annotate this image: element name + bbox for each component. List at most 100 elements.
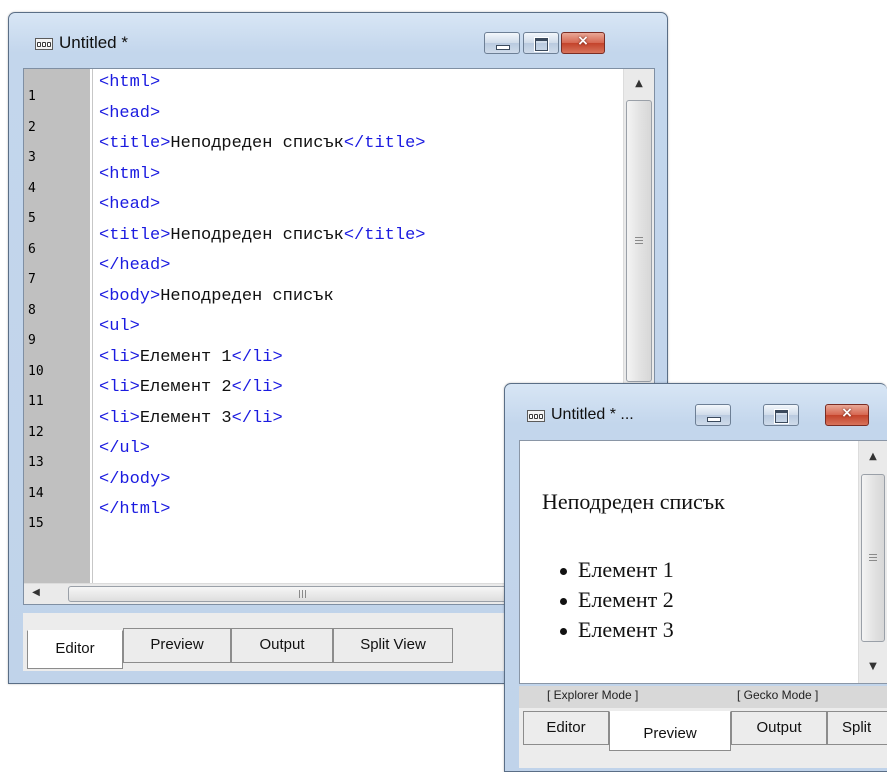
code-line[interactable]: <head> bbox=[99, 104, 160, 134]
line-number: 12 bbox=[28, 424, 44, 440]
list-item: Елемент 2 bbox=[560, 587, 674, 613]
code-line[interactable]: <ul> bbox=[99, 317, 140, 347]
html-tag-token: </html> bbox=[99, 500, 171, 519]
code-line[interactable]: </html> bbox=[99, 500, 170, 530]
scroll-up-arrow-icon[interactable]: ▲ bbox=[624, 78, 654, 89]
html-tag-token: </li> bbox=[231, 408, 283, 428]
preview-titlebar[interactable]: Untitled * ... × bbox=[505, 384, 887, 428]
list-item-label: Елемент 3 bbox=[578, 617, 674, 642]
close-button[interactable]: × bbox=[561, 32, 605, 54]
close-icon: × bbox=[841, 405, 853, 421]
html-tag-token: </title> bbox=[343, 225, 426, 245]
tab-preview[interactable]: Preview bbox=[609, 711, 731, 751]
preview-heading: Неподреден списък bbox=[542, 489, 725, 514]
line-number: 7 bbox=[28, 272, 36, 287]
html-tag-token: <html> bbox=[99, 164, 161, 184]
code-line[interactable]: <head> bbox=[99, 195, 160, 225]
preview-pane[interactable]: Неподреден списък Елемент 1 Елемент 2 Ел… bbox=[519, 440, 887, 684]
text-token: Неподреден списък bbox=[170, 134, 344, 153]
text-token: Неподреден списък bbox=[160, 286, 334, 306]
html-tag-token: <head> bbox=[99, 195, 161, 214]
code-line[interactable]: <body>Неподреден списък bbox=[99, 287, 334, 317]
code-line[interactable]: <html> bbox=[99, 73, 160, 103]
vertical-scrollbar[interactable]: ▲ ▼ bbox=[858, 441, 887, 683]
vertical-scroll-thumb[interactable] bbox=[861, 474, 885, 642]
line-number: 10 bbox=[28, 363, 44, 379]
minimize-icon bbox=[496, 45, 510, 50]
line-number: 6 bbox=[28, 241, 36, 257]
html-tag-token: </li> bbox=[231, 378, 283, 397]
line-number: 15 bbox=[28, 516, 44, 531]
tab-editor[interactable]: Editor bbox=[523, 711, 609, 745]
line-number: 5 bbox=[28, 211, 36, 226]
list-item-label: Елемент 1 bbox=[578, 557, 674, 582]
gecko-mode-link[interactable]: [ Gecko Mode ] bbox=[737, 688, 818, 702]
html-tag-token: <li> bbox=[99, 347, 140, 367]
html-tag-token: <body> bbox=[99, 286, 161, 306]
html-tag-token: <html> bbox=[99, 73, 161, 92]
text-token: Неподреден списък bbox=[170, 225, 344, 245]
line-number: 11 bbox=[28, 394, 44, 409]
preview-window-title: Untitled * ... bbox=[551, 406, 634, 423]
minimize-icon bbox=[707, 417, 721, 422]
maximize-icon bbox=[534, 37, 549, 52]
tab-output[interactable]: Output bbox=[231, 628, 333, 663]
code-line[interactable]: <title>Неподреден списък</title> bbox=[99, 134, 425, 164]
list-item: Елемент 3 bbox=[560, 617, 674, 643]
code-line[interactable]: </body> bbox=[99, 470, 170, 500]
html-tag-token: <ul> bbox=[99, 317, 140, 336]
editor-window-title: Untitled * bbox=[59, 33, 128, 52]
render-mode-bar: [ Explorer Mode ] [ Gecko Mode ] bbox=[519, 686, 887, 708]
close-button[interactable]: × bbox=[825, 404, 869, 426]
line-number-gutter: 1 2 3 4 5 6 7 8 9 10 11 12 13 14 15 bbox=[24, 69, 90, 604]
html-tag-token: <li> bbox=[99, 408, 140, 428]
line-number: 9 bbox=[28, 333, 36, 348]
minimize-button[interactable] bbox=[695, 404, 731, 426]
tab-split[interactable]: Split bbox=[827, 711, 887, 745]
html-tag-token: <li> bbox=[99, 378, 140, 397]
code-line[interactable]: <li>Елемент 1</li> bbox=[99, 348, 283, 378]
code-line[interactable]: <li>Елемент 2</li> bbox=[99, 378, 283, 408]
maximize-button[interactable] bbox=[523, 32, 559, 54]
line-number: 13 bbox=[28, 455, 44, 470]
html-tag-token: <title> bbox=[99, 134, 171, 153]
html-document-icon bbox=[527, 408, 545, 422]
vertical-scroll-thumb[interactable] bbox=[626, 100, 652, 382]
scroll-up-arrow-icon[interactable]: ▲ bbox=[859, 451, 887, 462]
preview-window: Untitled * ... × Неподреден списък Елеме… bbox=[504, 383, 887, 772]
list-item: Елемент 1 bbox=[560, 557, 674, 583]
html-tag-token: <head> bbox=[99, 103, 161, 123]
code-line[interactable]: </ul> bbox=[99, 439, 150, 469]
line-number: 8 bbox=[28, 302, 36, 318]
horizontal-scroll-thumb[interactable] bbox=[68, 586, 538, 602]
html-tag-token: </title> bbox=[343, 134, 426, 153]
line-number: 14 bbox=[28, 485, 44, 501]
maximize-button[interactable] bbox=[763, 404, 799, 426]
code-line[interactable]: <li>Елемент 3</li> bbox=[99, 409, 283, 439]
scroll-left-arrow-icon[interactable]: ◀ bbox=[26, 587, 46, 598]
tab-output[interactable]: Output bbox=[731, 711, 827, 745]
html-document-icon bbox=[35, 36, 53, 50]
text-token: Елемент 2 bbox=[139, 378, 232, 397]
minimize-button[interactable] bbox=[484, 32, 520, 54]
close-icon: × bbox=[577, 33, 589, 49]
html-tag-token: </ul> bbox=[99, 439, 151, 458]
editor-titlebar[interactable]: Untitled * × bbox=[9, 13, 667, 57]
preview-tab-bar: Editor Preview Output Split bbox=[519, 708, 887, 768]
code-line[interactable]: <html> bbox=[99, 165, 160, 195]
tab-editor[interactable]: Editor bbox=[27, 630, 123, 669]
html-tag-token: <title> bbox=[99, 225, 171, 245]
html-tag-token: </head> bbox=[99, 256, 171, 275]
line-number: 4 bbox=[28, 180, 36, 196]
line-number: 3 bbox=[28, 150, 36, 165]
text-token: Елемент 1 bbox=[139, 347, 232, 367]
code-line[interactable]: </head> bbox=[99, 256, 170, 286]
tab-split-view[interactable]: Split View bbox=[333, 628, 453, 663]
scroll-down-arrow-icon[interactable]: ▼ bbox=[859, 661, 887, 672]
code-line[interactable]: <title>Неподреден списък</title> bbox=[99, 226, 425, 256]
tab-preview[interactable]: Preview bbox=[123, 628, 231, 663]
html-tag-token: </body> bbox=[99, 469, 171, 489]
html-tag-token: </li> bbox=[231, 347, 283, 367]
maximize-icon bbox=[774, 409, 789, 424]
explorer-mode-link[interactable]: [ Explorer Mode ] bbox=[547, 688, 638, 702]
